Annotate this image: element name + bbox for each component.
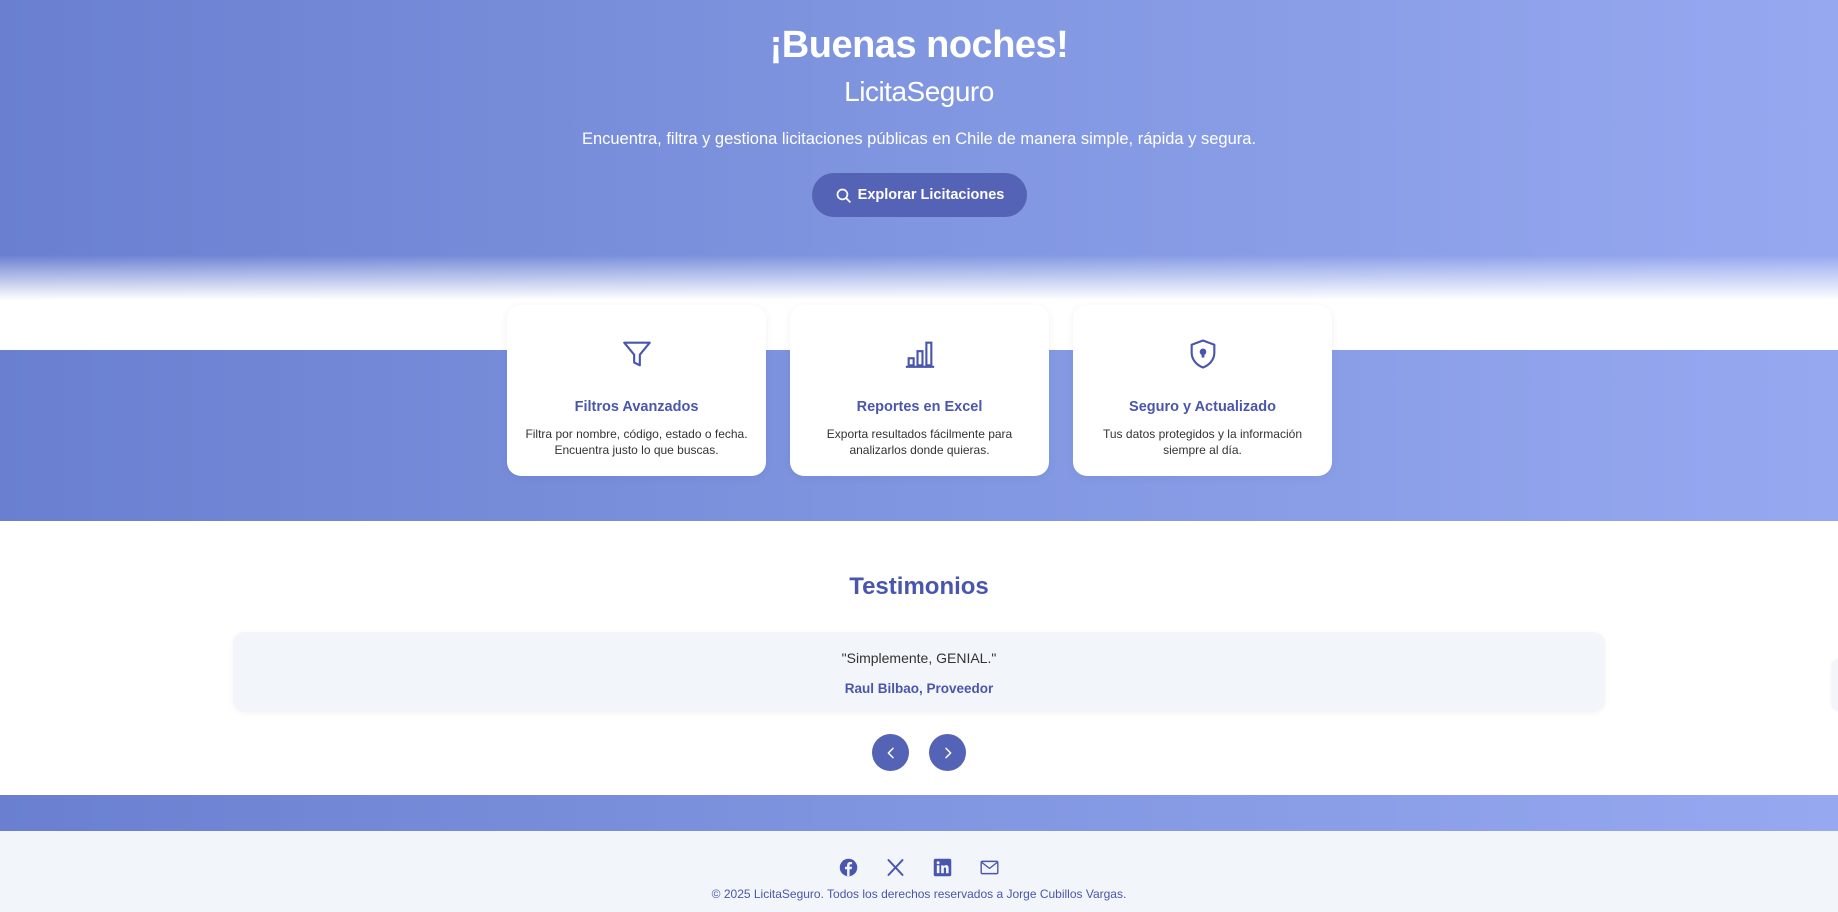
feature-title: Filtros Avanzados xyxy=(574,399,699,415)
filter-icon xyxy=(622,341,651,367)
testimonial-quote: "Simplemente, GENIAL." xyxy=(841,650,997,666)
testimonials-title: Testimonios xyxy=(849,573,989,600)
explore-licitaciones-button[interactable]: Explorar Licitaciones xyxy=(812,173,1027,217)
feature-title: Reportes en Excel xyxy=(856,399,983,415)
brand-title: LicitaSeguro xyxy=(844,76,994,107)
testimonial-next-button[interactable] xyxy=(929,734,966,771)
hero-fade xyxy=(0,255,1838,300)
explore-button-label: Explorar Licitaciones xyxy=(857,187,1005,203)
testimonial-card: "Simplemente, GENIAL." Raul Bilbao, Prov… xyxy=(233,632,1605,712)
mail-icon xyxy=(980,860,999,875)
social-links xyxy=(0,857,1838,878)
chevron-right-icon xyxy=(944,747,951,758)
greeting-heading: ¡Buenas noches! xyxy=(769,24,1069,66)
feature-title: Seguro y Actualizado xyxy=(1129,399,1276,415)
feature-description: Filtra por nombre, código, estado o fech… xyxy=(525,427,748,457)
shield-lock-icon xyxy=(1190,339,1215,369)
feature-description: Exporta resultados fácilmente para anali… xyxy=(826,427,1013,457)
email-link[interactable] xyxy=(979,857,1000,878)
feature-card-reports: Reportes en Excel Exporta resultados fác… xyxy=(790,305,1049,476)
linkedin-link[interactable] xyxy=(932,857,953,878)
search-icon xyxy=(836,188,851,203)
hero-section: ¡Buenas noches! LicitaSeguro Encuentra, … xyxy=(0,0,1838,300)
bar-chart-icon xyxy=(905,341,934,368)
x-icon xyxy=(887,859,904,876)
chevron-left-icon xyxy=(887,747,894,758)
feature-card-security: Seguro y Actualizado Tus datos protegido… xyxy=(1073,305,1332,476)
facebook-link[interactable] xyxy=(838,857,859,878)
testimonial-author: Raul Bilbao, Proveedor xyxy=(844,681,994,696)
linkedin-icon xyxy=(933,858,952,877)
copyright-text: © 2025 LicitaSeguro. Todos los derechos … xyxy=(711,887,1127,901)
footer-band xyxy=(0,795,1838,831)
facebook-icon xyxy=(839,858,858,877)
carousel-edge xyxy=(1832,660,1838,710)
feature-description: Tus datos protegidos y la información si… xyxy=(1103,427,1302,457)
feature-card-filters: Filtros Avanzados Filtra por nombre, cód… xyxy=(507,305,766,476)
hero-tagline: Encuentra, filtra y gestiona licitacione… xyxy=(581,130,1257,148)
testimonial-prev-button[interactable] xyxy=(872,734,909,771)
x-link[interactable] xyxy=(885,857,906,878)
footer: © 2025 LicitaSeguro. Todos los derechos … xyxy=(0,831,1838,912)
